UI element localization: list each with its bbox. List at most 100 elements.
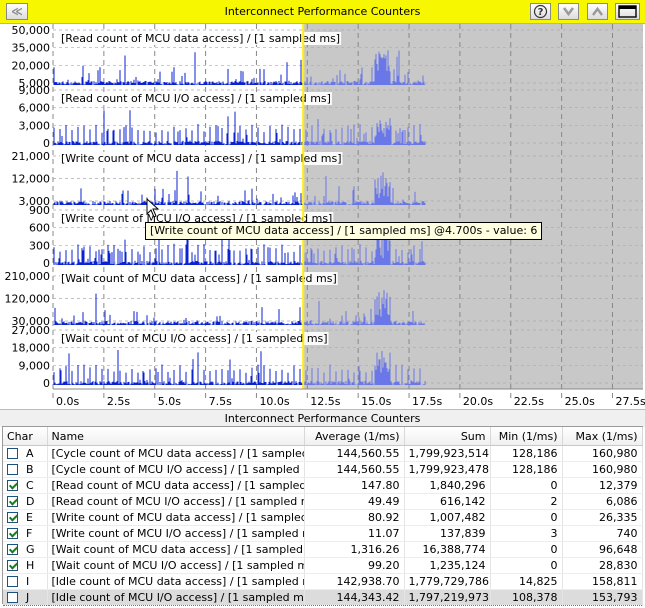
x-tick-label: 22.5s [514,395,544,408]
char-cell: E [3,509,48,526]
average-cell: 11.07 [304,525,405,542]
min-cell: 2 [490,493,563,510]
series-title: [Wait count of MCU data access] / [1 sam… [61,272,337,285]
x-tick-label: 20.0s [463,395,493,408]
row-checkbox[interactable] [7,527,18,539]
name-cell: [Cycle count of MCU data access] / [1 sa… [47,445,305,462]
average-cell: 99.20 [304,557,405,574]
name-cell: [Idle count of MCU data access] / [1 sam… [47,573,305,590]
table-row[interactable]: J [Idle count of MCU I/O access] / [1 sam… [3,589,643,606]
series-title: [Read count of MCU data access] / [1 sam… [61,32,340,45]
table-row[interactable]: C [Read count of MCU data access] / [1 sa… [3,477,643,494]
title-bar: ≪ Interconnect Performance Counters ? [0,0,645,24]
y-tick-label: 300 [29,239,50,252]
name-cell: [Read count of MCU I/O access] / [1 samp… [47,493,305,510]
max-cell: 153,793 [562,589,643,606]
counters-table[interactable]: Char Name Average (1/ms) Sum Min (1/ms) … [2,426,643,606]
table-row[interactable]: F [Write count of MCU I/O access] / [1 sa… [3,525,643,542]
average-cell: 144,560.55 [304,461,405,478]
max-cell: 26,335 [562,509,643,526]
column-header-char[interactable]: Char [3,427,48,446]
series-title: [Read count of MCU I/O access] / [1 samp… [61,92,331,105]
row-checkbox[interactable] [7,495,18,507]
row-checkbox[interactable] [7,575,18,587]
row-checkbox[interactable] [7,479,18,491]
x-tick-label: 15.0s [361,395,391,408]
sum-cell: 1,840,296 [404,477,491,494]
table-row[interactable]: I [Idle count of MCU data access] / [1 sa… [3,573,643,590]
min-cell: 0 [490,509,563,526]
max-cell: 28,830 [562,557,643,574]
max-cell: 96,648 [562,541,643,558]
help-icon[interactable]: ? [530,3,551,20]
sum-cell: 616,142 [404,493,491,510]
max-cell: 740 [562,525,643,542]
min-cell: 0 [490,541,563,558]
name-cell: [Cycle count of MCU I/O access] / [1 sam… [47,461,305,478]
min-cell: 14,825 [490,573,563,590]
x-tick-label: 5.0s [158,395,181,408]
sum-cell: 1,799,923,478 [404,461,491,478]
char-cell: D [3,493,48,510]
chevron-down-icon[interactable] [558,3,579,20]
x-tick-label: 0.0s [56,395,79,408]
y-tick-label: 600 [29,222,50,235]
chevron-up-icon[interactable] [587,3,608,20]
row-checkbox[interactable] [7,559,18,571]
char-letter: B [26,463,34,476]
char-cell: F [3,525,48,542]
column-header-min[interactable]: Min (1/ms) [490,427,563,446]
char-letter: F [26,527,33,540]
average-cell: 144,343.42 [304,589,405,606]
performance-chart[interactable]: 50,00035,00020,0005,000[Read count of MC… [0,24,645,409]
row-checkbox[interactable] [7,447,18,459]
char-letter: A [26,447,34,460]
x-tick-label: 27.5s [615,395,645,408]
table-row[interactable]: E [Write count of MCU data access] / [1 s… [3,509,643,526]
min-cell: 128,186 [490,445,563,462]
char-letter: J [26,591,30,604]
char-letter: D [26,495,35,508]
y-tick-label: 27,000 [12,324,51,337]
x-tick-label: 10.0s [259,395,289,408]
min-cell: 0 [490,477,563,494]
x-tick-label: 2.5s [107,395,130,408]
maximize-icon[interactable] [615,3,640,20]
column-header-average[interactable]: Average (1/ms) [304,427,405,446]
y-tick-label: 900 [29,204,50,217]
shaded-region [303,24,643,389]
sum-cell: 1,799,923,514 [404,445,491,462]
column-header-sum[interactable]: Sum [404,427,491,446]
row-checkbox[interactable] [7,591,18,603]
sum-cell: 16,388,774 [404,541,491,558]
max-cell: 158,811 [562,573,643,590]
row-checkbox[interactable] [7,463,18,475]
row-checkbox[interactable] [7,511,18,523]
table-row[interactable]: G [Wait count of MCU data access] / [1 sa… [3,541,643,558]
char-cell: H [3,557,48,574]
y-tick-label: 6,000 [19,102,51,115]
average-cell: 147.80 [304,477,405,494]
char-cell: J [3,589,48,606]
y-tick-label: 35,000 [12,42,51,55]
char-letter: I [26,575,30,588]
series-title: [Wait count of MCU I/O access] / [1 samp… [61,332,328,345]
name-cell: [Idle count of MCU I/O access] / [1 samp… [47,589,305,606]
name-cell: [Read count of MCU data access] / [1 sam… [47,477,305,494]
name-cell: [Write count of MCU data access] / [1 sa… [47,509,305,526]
column-header-name[interactable]: Name [47,427,305,446]
y-tick-label: 9,000 [19,359,51,372]
column-header-max[interactable]: Max (1/ms) [562,427,643,446]
row-checkbox[interactable] [7,543,18,555]
sum-cell: 1,779,729,786 [404,573,491,590]
table-row[interactable]: A [Cycle count of MCU data access] / [1 s… [3,445,643,462]
table-row[interactable]: D [Read count of MCU I/O access] / [1 sam… [3,493,643,510]
name-cell: [Wait count of MCU I/O access] / [1 samp… [47,557,305,574]
sum-cell: 1,235,124 [404,557,491,574]
table-title: Interconnect Performance Counters [0,409,645,427]
y-tick-label: 210,000 [5,270,51,283]
min-cell: 3 [490,525,563,542]
table-row[interactable]: H [Wait count of MCU I/O access] / [1 sam… [3,557,643,574]
table-row[interactable]: B [Cycle count of MCU I/O access] / [1 sa… [3,461,643,478]
y-tick-label: 12,000 [12,173,51,186]
